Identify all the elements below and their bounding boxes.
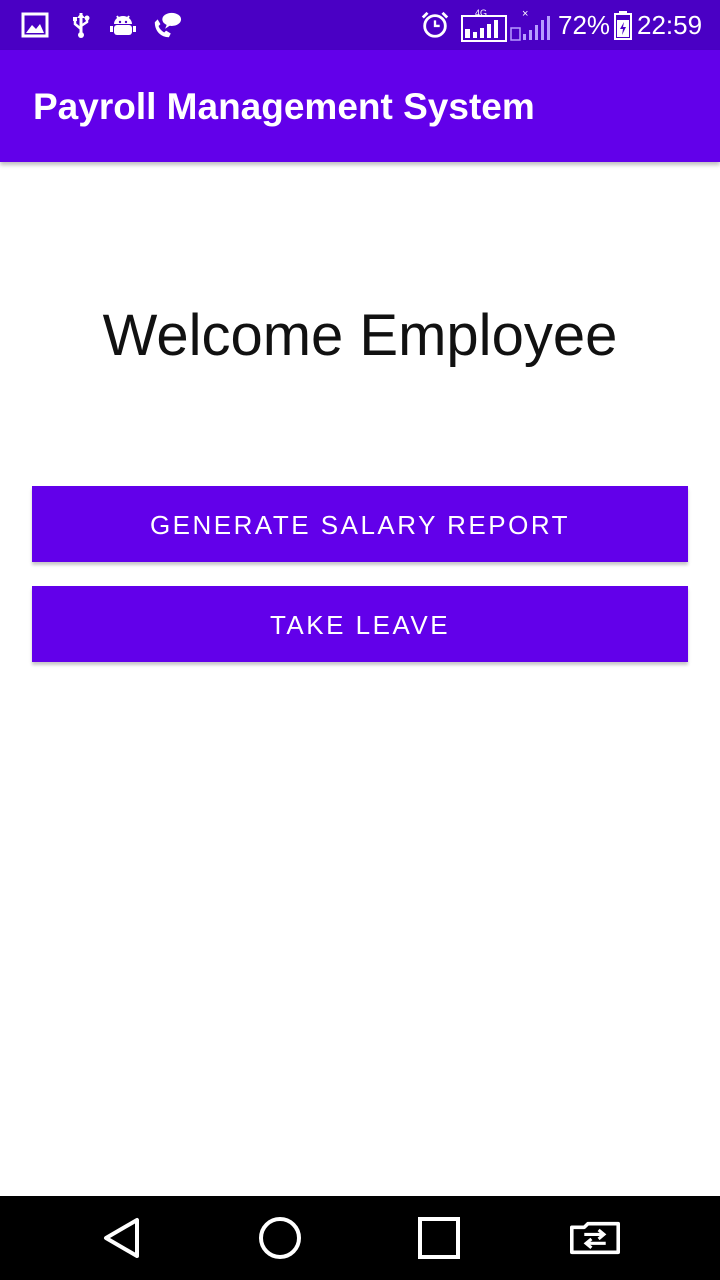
- recents-icon[interactable]: [414, 1213, 464, 1263]
- usb-icon: [66, 10, 96, 40]
- call-chat-icon: [152, 10, 182, 40]
- battery-percent: 72%: [558, 10, 611, 40]
- switch-sim-icon[interactable]: [570, 1213, 620, 1263]
- signal-sim1-icon: 4G: [461, 8, 507, 42]
- take-leave-button[interactable]: TAKE LEAVE: [32, 586, 688, 662]
- image-icon: [20, 10, 50, 40]
- navigation-bar: [0, 1196, 720, 1280]
- screen: 4G × 72% 22:59 Payroll Management System…: [0, 0, 720, 1280]
- status-bar: 4G × 72% 22:59: [0, 0, 720, 50]
- network-type-label: 4G: [475, 8, 487, 18]
- alarm-icon: [420, 10, 450, 40]
- app-title: Payroll Management System: [33, 86, 535, 127]
- welcome-heading: Welcome Employee: [102, 303, 618, 368]
- signal-sim2-icon: ×: [510, 8, 552, 42]
- android-debug-icon: [108, 10, 138, 40]
- sim2-marker: ×: [522, 8, 528, 20]
- clock: 22:59: [637, 10, 703, 40]
- battery-icon: [612, 10, 634, 40]
- home-icon[interactable]: [255, 1213, 305, 1263]
- back-icon[interactable]: [97, 1213, 147, 1263]
- generate-salary-report-button[interactable]: GENERATE SALARY REPORT: [32, 486, 688, 562]
- app-bar: Payroll Management System: [0, 50, 720, 162]
